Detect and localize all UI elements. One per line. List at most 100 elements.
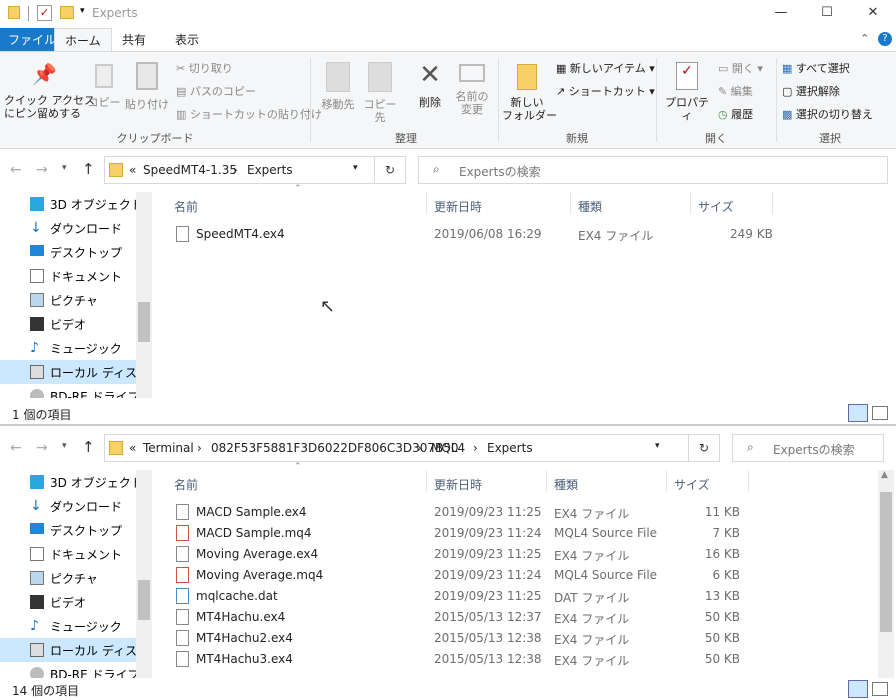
column-separator[interactable] [772, 192, 773, 214]
pin-quick-access-button[interactable]: 📌 クイック アクセス にピン留めする [4, 58, 95, 120]
address-bar[interactable]: « SpeedMT4-1.35 › Experts ▾ [104, 156, 404, 184]
tab-share[interactable]: 共有 [112, 28, 156, 52]
nav-item-downloads[interactable]: ↓ ダウンロード [0, 216, 150, 240]
nav-item-pictures[interactable]: ピクチャ [0, 288, 150, 312]
column-size[interactable]: サイズ [674, 476, 710, 493]
customize-qa-icon[interactable]: ▾ [80, 6, 85, 16]
column-separator[interactable] [748, 470, 749, 492]
breadcrumb-item[interactable]: Terminal [143, 441, 194, 455]
scroll-thumb[interactable] [138, 580, 150, 620]
breadcrumb-item[interactable]: Experts [247, 163, 293, 177]
column-name[interactable]: 名前 [174, 476, 198, 493]
new-folder-qa-icon[interactable] [60, 6, 74, 19]
details-view-button[interactable] [848, 404, 868, 422]
nav-item-local-disk[interactable]: ローカル ディスク (C [0, 638, 150, 662]
refresh-button[interactable]: ↻ [374, 156, 406, 184]
file-row[interactable]: MT4Hachu2.ex4 2015/05/13 12:38 EX4 ファイル 50 … [176, 628, 876, 649]
move-to-button[interactable]: 移動先 [318, 58, 358, 111]
column-date[interactable]: 更新日時 [434, 198, 482, 215]
copy-path-button[interactable]: ▤ パスのコピー [176, 83, 256, 99]
maximize-button[interactable]: ☐ [804, 0, 850, 28]
details-view-button[interactable] [848, 680, 868, 698]
breadcrumb-chevron[interactable]: « [129, 441, 136, 455]
recent-locations-button[interactable]: ▾ [62, 441, 67, 451]
paste-button[interactable]: 貼り付け [124, 58, 170, 111]
cut-button[interactable]: ✂ 切り取り [176, 60, 233, 76]
nav-item-3d-objects[interactable]: 3D オブジェクト [0, 470, 150, 494]
file-row[interactable]: mqlcache.dat 2019/09/23 11:25 DAT ファイル 13 K… [176, 586, 876, 607]
search-box[interactable]: ⌕ Expertsの検索 [732, 434, 884, 462]
properties-button[interactable]: ✓ プロパティ [660, 58, 714, 122]
delete-button[interactable]: ✕ 削除 [410, 58, 450, 109]
column-separator[interactable] [666, 470, 667, 492]
column-separator[interactable] [690, 192, 691, 214]
open-button[interactable]: ▭ 開く ▾ [718, 60, 763, 76]
address-dropdown-button[interactable]: ▾ [353, 163, 358, 173]
column-separator[interactable] [546, 470, 547, 492]
nav-item-documents[interactable]: ドキュメント [0, 264, 150, 288]
file-row[interactable]: MT4Hachu3.ex4 2015/05/13 12:38 EX4 ファイル 50 … [176, 649, 876, 670]
file-row[interactable]: MACD Sample.mq4 2019/09/23 11:24 MQL4 Sour… [176, 523, 876, 544]
rename-button[interactable]: 名前の 変更 [450, 58, 494, 116]
nav-item-desktop[interactable]: デスクトップ [0, 518, 150, 542]
properties-qa-icon[interactable]: ✓ [37, 5, 52, 21]
edit-button[interactable]: ✎ 編集 [718, 83, 753, 99]
column-separator[interactable] [426, 192, 427, 214]
paste-shortcut-button[interactable]: ▥ ショートカットの貼り付け [176, 106, 322, 122]
up-button[interactable]: ↑ [82, 438, 95, 456]
nav-scrollbar[interactable] [136, 192, 152, 398]
recent-locations-button[interactable]: ▾ [62, 163, 67, 173]
column-name[interactable]: 名前 [174, 198, 198, 215]
new-folder-button[interactable]: 新しい フォルダー [502, 58, 557, 122]
file-row[interactable]: MACD Sample.ex4 2019/09/23 11:25 EX4 ファイル 1… [176, 502, 876, 523]
large-icons-view-button[interactable] [872, 406, 888, 420]
breadcrumb-item[interactable]: SpeedMT4-1.35 [143, 163, 237, 177]
copy-button[interactable]: コピー [86, 58, 122, 109]
forward-button[interactable]: → [36, 162, 48, 178]
invert-selection-button[interactable]: ▩ 選択の切り替え [782, 106, 873, 122]
nav-item-music[interactable]: ♪ ミュージック [0, 614, 150, 638]
nav-item-3d-objects[interactable]: 3D オブジェクト [0, 192, 150, 216]
close-button[interactable]: ✕ [850, 0, 896, 28]
ribbon-collapse-icon[interactable]: ⌃ [860, 32, 869, 45]
nav-scrollbar[interactable] [136, 470, 152, 678]
breadcrumb-item[interactable]: MQL4 [431, 441, 465, 455]
column-type[interactable]: 種類 [554, 476, 578, 493]
select-none-button[interactable]: ▢ 選択解除 [782, 83, 840, 99]
scroll-up-icon[interactable]: ▲ [881, 470, 888, 480]
file-row[interactable]: MT4Hachu.ex4 2015/05/13 12:37 EX4 ファイル 50 K… [176, 607, 876, 628]
nav-item-music[interactable]: ♪ ミュージック [0, 336, 150, 360]
column-separator[interactable] [426, 470, 427, 492]
nav-item-pictures[interactable]: ピクチャ [0, 566, 150, 590]
file-list-scrollbar[interactable]: ▲ [878, 470, 894, 678]
file-row[interactable]: SpeedMT4.ex4 2019/06/08 16:29 EX4 ファイル 2… [176, 224, 876, 245]
nav-item-videos[interactable]: ビデオ [0, 590, 150, 614]
nav-item-videos[interactable]: ビデオ [0, 312, 150, 336]
file-row[interactable]: Moving Average.ex4 2019/09/23 11:25 EX4 ファ… [176, 544, 876, 565]
up-button[interactable]: ↑ [82, 160, 95, 178]
column-date[interactable]: 更新日時 [434, 476, 482, 493]
tab-view[interactable]: 表示 [165, 28, 209, 52]
scroll-thumb[interactable] [138, 302, 150, 342]
refresh-button[interactable]: ↻ [688, 434, 720, 462]
select-all-button[interactable]: ▦ すべて選択 [782, 60, 850, 76]
nav-item-downloads[interactable]: ↓ ダウンロード [0, 494, 150, 518]
help-icon[interactable]: ? [878, 32, 892, 46]
nav-item-documents[interactable]: ドキュメント [0, 542, 150, 566]
copy-to-button[interactable]: コピー先 [360, 58, 400, 124]
back-button[interactable]: ← [10, 162, 22, 178]
breadcrumb-chevron[interactable]: « [129, 163, 136, 177]
history-button[interactable]: ◷ 履歴 [718, 106, 753, 122]
new-item-button[interactable]: ▦ 新しいアイテム ▾ [556, 60, 655, 76]
nav-item-bd-drive[interactable]: BD-RE ドライブ (D [0, 662, 150, 678]
nav-item-local-disk[interactable]: ローカル ディスク (C [0, 360, 150, 384]
large-icons-view-button[interactable] [872, 682, 888, 696]
column-separator[interactable] [570, 192, 571, 214]
breadcrumb-item[interactable]: Experts [487, 441, 533, 455]
nav-item-bd-drive[interactable]: BD-RE ドライブ (D [0, 384, 150, 398]
address-dropdown-button[interactable]: ▾ [655, 441, 660, 451]
column-type[interactable]: 種類 [578, 198, 602, 215]
back-button[interactable]: ← [10, 440, 22, 456]
forward-button[interactable]: → [36, 440, 48, 456]
column-size[interactable]: サイズ [698, 198, 734, 215]
